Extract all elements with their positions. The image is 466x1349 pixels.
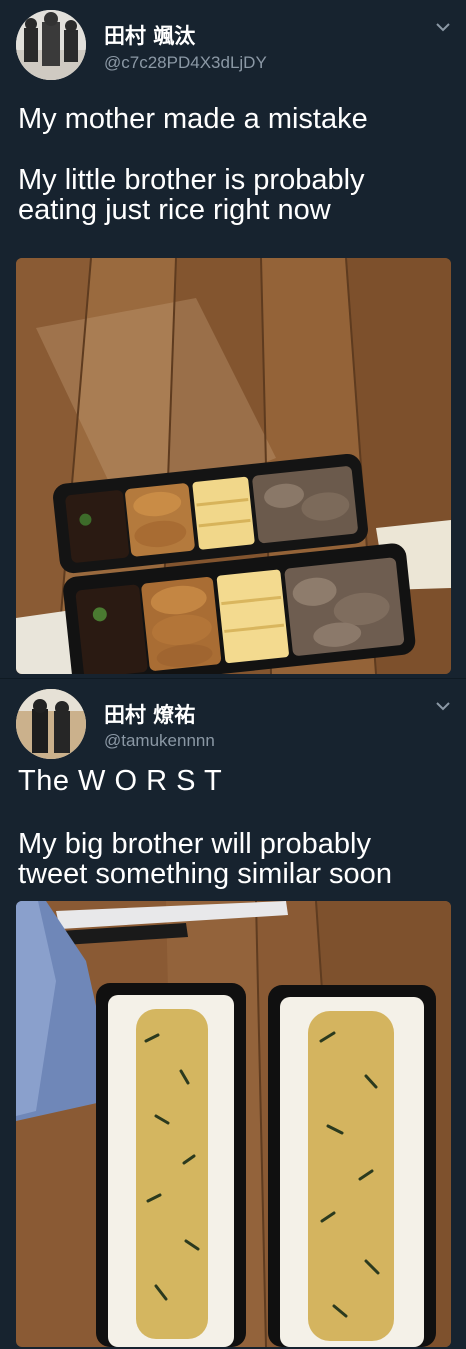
bento-photo bbox=[16, 258, 451, 674]
user-handle[interactable]: @tamukennnn bbox=[104, 731, 215, 751]
avatar[interactable] bbox=[16, 10, 86, 80]
tweet-text: My mother made a mistake bbox=[18, 103, 368, 135]
tweet-1: 田村 颯汰 @c7c28PD4X3dLjDY My mother made a … bbox=[0, 0, 466, 678]
avatar[interactable] bbox=[16, 689, 86, 759]
tweet-text: My big brother will probably tweet somet… bbox=[18, 828, 392, 890]
tweet-2: 田村 燎祐 @tamukennnn The W O R S T My big b… bbox=[0, 678, 466, 1349]
avatar-image bbox=[16, 10, 86, 80]
tweet-photo[interactable] bbox=[16, 258, 451, 674]
tweet-photo[interactable] bbox=[16, 901, 451, 1347]
chevron-down-icon[interactable] bbox=[434, 20, 452, 34]
display-name[interactable]: 田村 燎祐 bbox=[104, 699, 195, 729]
user-handle[interactable]: @c7c28PD4X3dLjDY bbox=[104, 53, 267, 73]
tweet-text: My little brother is probably eating jus… bbox=[18, 164, 365, 226]
rice-bento-photo bbox=[16, 901, 451, 1347]
chevron-down-icon[interactable] bbox=[434, 699, 452, 713]
display-name[interactable]: 田村 颯汰 bbox=[104, 20, 195, 50]
avatar-image bbox=[16, 689, 86, 759]
tweet-text: The W O R S T bbox=[18, 765, 223, 797]
